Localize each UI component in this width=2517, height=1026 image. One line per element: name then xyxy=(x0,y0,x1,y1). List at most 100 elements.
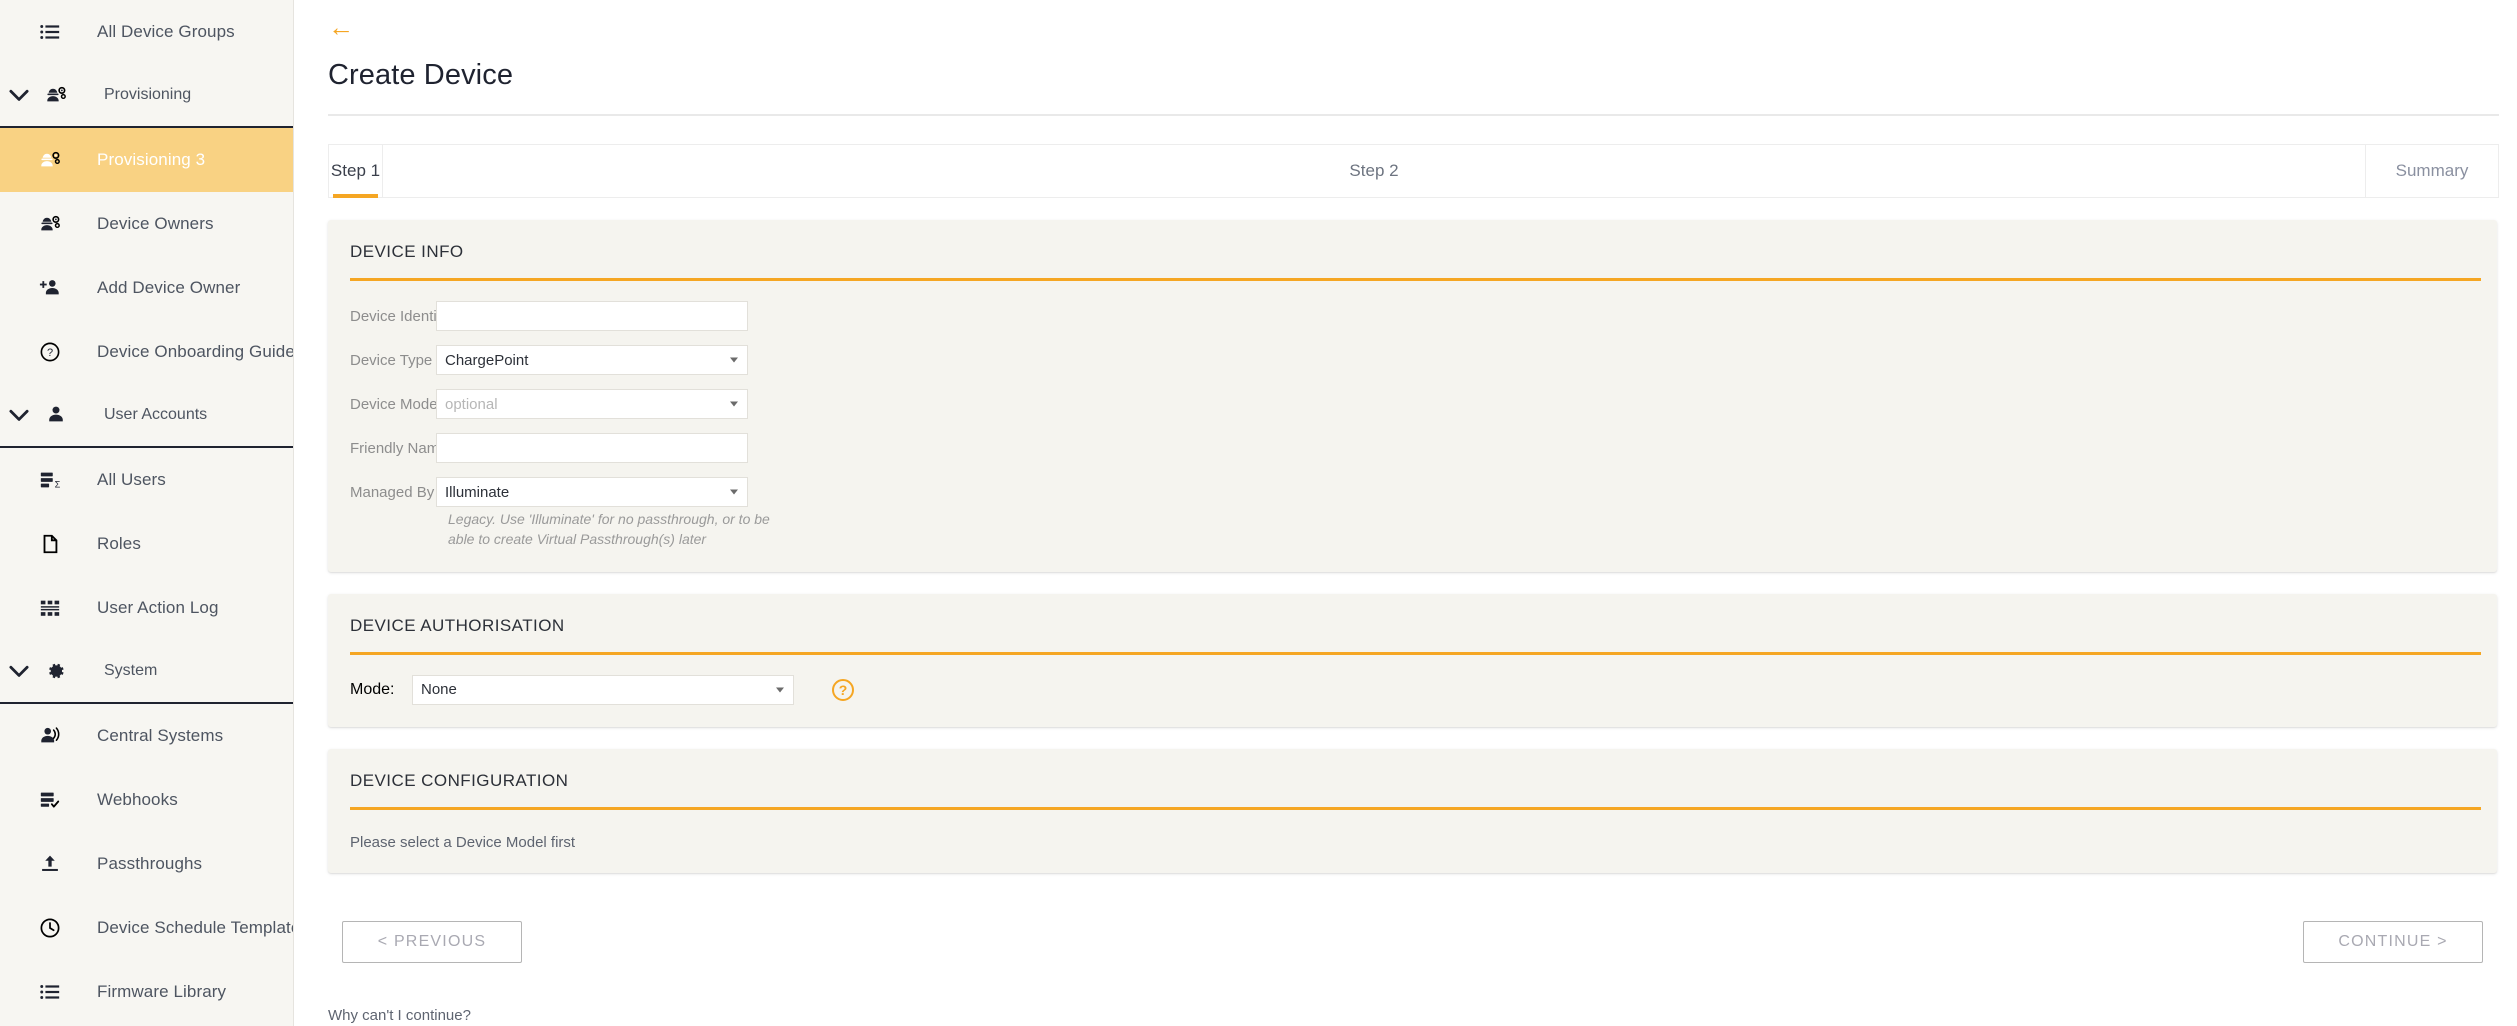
why-cant-continue-heading: Why can't I continue? xyxy=(328,1006,471,1024)
device-configuration-panel: DEVICE CONFIGURATION Please select a Dev… xyxy=(328,748,2497,873)
field-row-device-identity: Device Identity xyxy=(350,301,2475,331)
sidebar-item-label: Device Schedule Templates xyxy=(97,918,294,937)
sidebar-item-device-onboarding-guide[interactable]: ? Device Onboarding Guide xyxy=(0,320,293,384)
sidebar-item-label: Firmware Library xyxy=(97,982,227,1001)
clock-icon xyxy=(28,917,72,939)
sidebar-item-firmware-library[interactable]: Firmware Library xyxy=(0,960,293,1024)
wizard-tabs: Step 1 Step 2 Summary xyxy=(328,144,2499,198)
sidebar-item-user-action-log[interactable]: User Action Log xyxy=(0,576,293,640)
sidebar-item-passthroughs[interactable]: Passthroughs xyxy=(0,832,293,896)
device-identity-input[interactable] xyxy=(436,301,748,331)
tab-step-2[interactable]: Step 2 xyxy=(383,145,2366,197)
chevron-down-icon xyxy=(730,357,738,363)
label-device-identity: Device Identity xyxy=(350,307,449,325)
chevron-down-icon xyxy=(2,82,36,108)
sidebar-item-label: Device Owners xyxy=(97,214,214,233)
sidebar-group-system[interactable]: System xyxy=(0,640,293,704)
sidebar-item-label: Roles xyxy=(97,534,141,553)
chevron-down-icon xyxy=(2,658,36,684)
label-managed-by-text: Managed By xyxy=(350,483,435,501)
sidebar-group-label: User Accounts xyxy=(104,406,208,423)
sidebar-item-all-device-groups[interactable]: All Device Groups xyxy=(0,0,293,64)
previous-button[interactable]: < PREVIOUS xyxy=(342,920,522,963)
field-row-device-type: Device Type * ChargePoint xyxy=(350,345,2475,375)
managed-by-select[interactable]: Illuminate xyxy=(436,477,748,507)
sidebar-item-label: Provisioning 3 xyxy=(97,150,206,169)
sidebar-item-label: Device Onboarding Guide xyxy=(97,342,294,361)
svg-text:Σ: Σ xyxy=(55,479,61,489)
sidebar-group-label: Provisioning xyxy=(104,86,192,103)
continue-button[interactable]: CONTINUE > xyxy=(2303,920,2483,963)
grid-log-icon xyxy=(28,597,72,619)
device-authorisation-body: Mode: None ? xyxy=(328,655,2497,727)
sidebar: All Device Groups Provisioning Provisionin… xyxy=(0,0,294,1026)
sidebar-item-webhooks[interactable]: Webhooks xyxy=(0,768,293,832)
device-configuration-title: DEVICE CONFIGURATION xyxy=(350,770,569,790)
device-model-placeholder: optional xyxy=(445,395,498,413)
page-title: Create Device xyxy=(328,59,514,91)
chevron-down-icon xyxy=(730,401,738,407)
device-type-value: ChargePoint xyxy=(445,351,529,369)
sidebar-item-label: Webhooks xyxy=(97,790,178,809)
sidebar-group-user-accounts[interactable]: User Accounts xyxy=(0,384,293,448)
field-row-managed-by: Managed By * Illuminate xyxy=(350,477,2475,507)
device-configuration-message: Please select a Device Model first xyxy=(350,833,576,851)
gear-icon xyxy=(36,660,76,682)
document-icon xyxy=(28,533,72,555)
chevron-down-icon xyxy=(2,402,36,428)
question-circle-icon: ? xyxy=(28,341,72,363)
app-root: All Device Groups Provisioning Provisionin… xyxy=(0,0,2517,1026)
managed-by-value: Illuminate xyxy=(445,483,510,501)
device-authorisation-title: DEVICE AUTHORISATION xyxy=(350,615,565,635)
device-model-select[interactable]: optional xyxy=(436,389,748,419)
auth-mode-select[interactable]: None xyxy=(412,674,794,705)
device-authorisation-panel: DEVICE AUTHORISATION Mode: None ? xyxy=(328,593,2497,727)
sidebar-group-provisioning[interactable]: Provisioning xyxy=(0,64,293,128)
sidebar-item-label: Add Device Owner xyxy=(97,278,241,297)
sidebar-item-add-device-owner[interactable]: Add Device Owner xyxy=(0,256,293,320)
help-icon[interactable]: ? xyxy=(832,678,854,701)
label-device-type-text: Device Type xyxy=(350,351,433,369)
sidebar-item-label: User Action Log xyxy=(97,598,219,617)
back-arrow-icon[interactable]: ← xyxy=(328,14,354,40)
svg-text:?: ? xyxy=(47,347,53,359)
device-info-title: DEVICE INFO xyxy=(350,242,464,261)
sidebar-item-roles[interactable]: Roles xyxy=(0,512,293,576)
chevron-down-icon xyxy=(730,489,738,495)
field-row-device-model: Device Model optional xyxy=(350,389,2475,419)
sidebar-item-label: All Device Groups xyxy=(97,22,235,41)
list-sum-icon: Σ xyxy=(28,469,72,491)
person-broadcast-icon xyxy=(28,725,72,747)
friendly-name-input[interactable] xyxy=(436,433,748,463)
auth-mode-value: None xyxy=(421,681,457,699)
person-icon xyxy=(36,404,76,426)
label-device-type: Device Type * xyxy=(350,351,442,369)
sidebar-item-label: All Users xyxy=(97,470,166,489)
tab-summary[interactable]: Summary xyxy=(2366,145,2498,197)
chevron-down-icon xyxy=(776,687,784,693)
list-check-icon xyxy=(28,789,72,811)
main-content: ← Create Device Step 1 Step 2 Summary DE… xyxy=(294,0,2517,1026)
sidebar-item-label: Central Systems xyxy=(97,726,224,745)
back-row: ← xyxy=(294,0,2517,41)
engineer-icon xyxy=(28,213,72,235)
sidebar-item-provisioning-3[interactable]: Provisioning 3 xyxy=(0,128,293,192)
wizard-actions: < PREVIOUS CONTINUE > xyxy=(328,920,2497,963)
label-friendly-name: Friendly Name xyxy=(350,439,448,457)
sidebar-item-all-users[interactable]: Σ All Users xyxy=(0,448,293,512)
list-icon xyxy=(28,981,72,1003)
tab-step-1[interactable]: Step 1 xyxy=(328,145,383,198)
upload-icon xyxy=(28,853,72,875)
engineer-icon xyxy=(36,84,76,106)
sidebar-group-label: System xyxy=(104,662,158,679)
device-type-select[interactable]: ChargePoint xyxy=(436,345,748,375)
sidebar-item-label: Passthroughs xyxy=(97,854,203,873)
sidebar-item-device-owners[interactable]: Device Owners xyxy=(0,192,293,256)
list-icon xyxy=(28,21,72,43)
person-add-icon xyxy=(28,277,72,299)
device-info-body: Device Identity Device Type * ChargePoin… xyxy=(328,281,2497,572)
sidebar-item-central-systems[interactable]: Central Systems xyxy=(0,704,293,768)
sidebar-item-device-schedule-templates[interactable]: Device Schedule Templates xyxy=(0,896,293,960)
title-divider xyxy=(328,114,2499,116)
engineer-icon xyxy=(28,149,72,171)
